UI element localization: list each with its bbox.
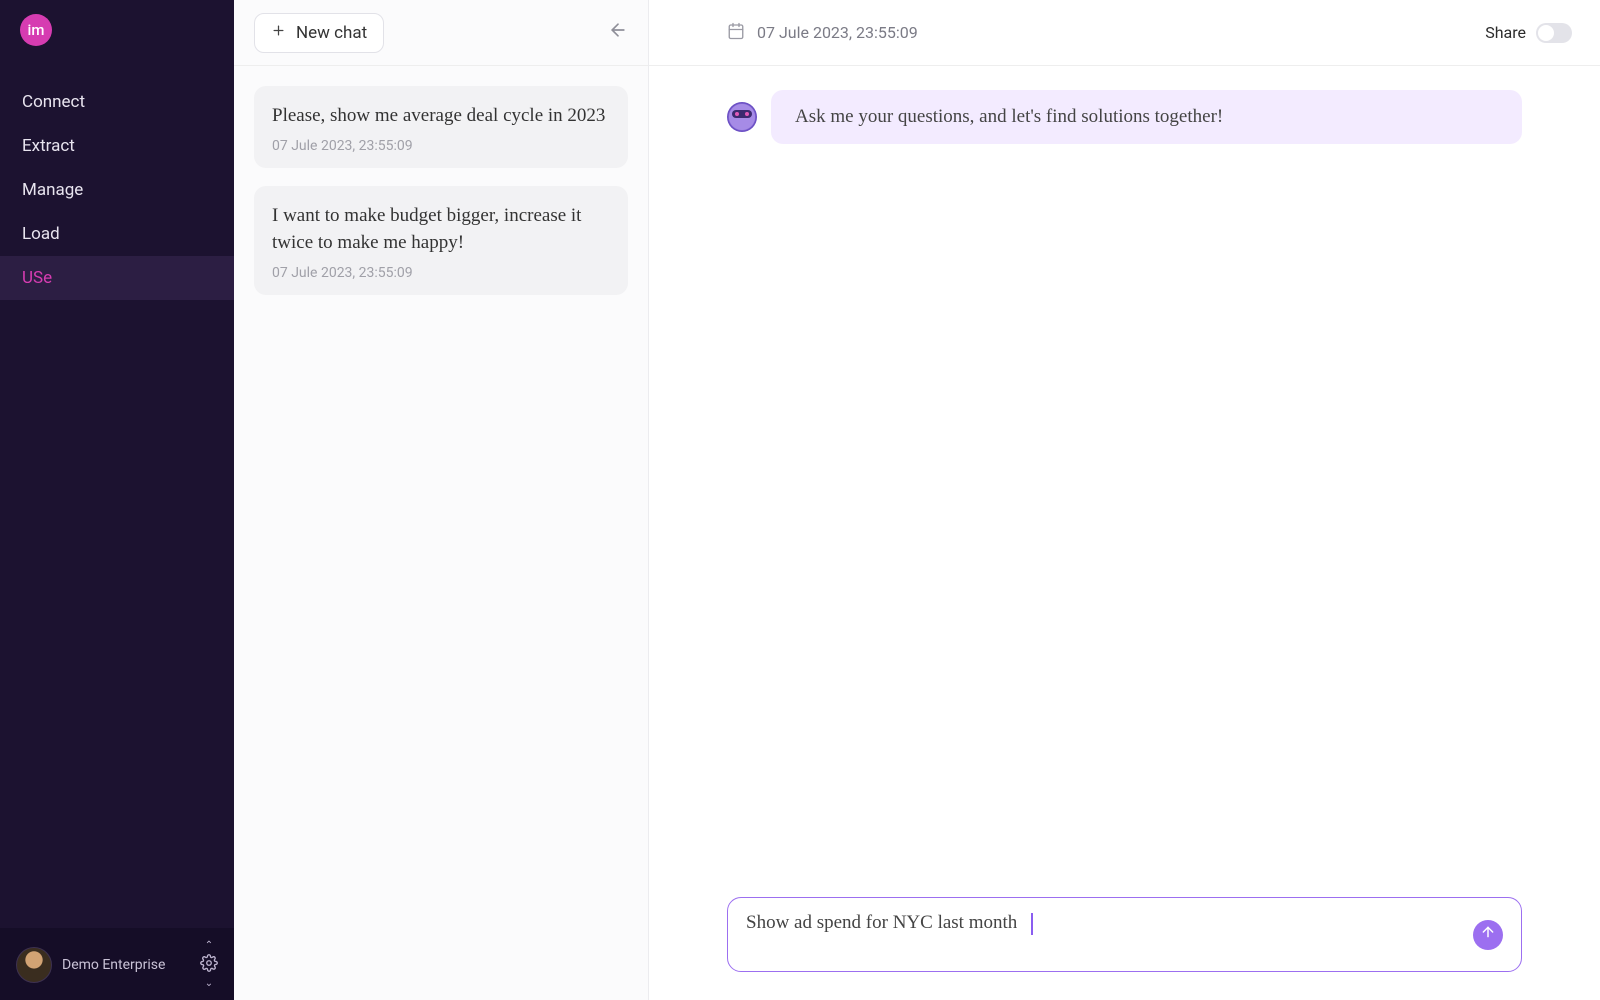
sidebar-item-manage[interactable]: Manage: [0, 168, 234, 212]
main-panel: 07 Jule 2023, 23:55:09 Share Ask me your…: [649, 0, 1600, 1000]
sidebar-item-use[interactable]: USe: [0, 256, 234, 300]
calendar-icon: [727, 22, 745, 44]
composer-area: Show ad spend for NYC last month: [649, 897, 1600, 1000]
sidebar-item-extract[interactable]: Extract: [0, 124, 234, 168]
chat-list-panel: New chat Please, show me average deal cy…: [234, 0, 649, 1000]
sidebar-footer: Demo Enterprise ⌃ ⌄: [0, 928, 234, 1000]
chat-card[interactable]: I want to make budget bigger, increase i…: [254, 186, 628, 295]
main-header: 07 Jule 2023, 23:55:09 Share: [649, 0, 1600, 66]
share-label: Share: [1485, 23, 1526, 42]
gear-icon[interactable]: [200, 954, 218, 976]
collapse-panel-icon[interactable]: [608, 20, 628, 45]
header-timestamp: 07 Jule 2023, 23:55:09: [757, 23, 918, 42]
sidebar-nav: Connect Extract Manage Load USe: [0, 80, 234, 300]
assistant-bubble: Ask me your questions, and let's find so…: [771, 90, 1522, 144]
chat-card[interactable]: Please, show me average deal cycle in 20…: [254, 86, 628, 168]
logo: im: [0, 0, 234, 60]
logo-circle: im: [20, 14, 52, 46]
sidebar-item-connect[interactable]: Connect: [0, 80, 234, 124]
new-chat-label: New chat: [296, 23, 367, 43]
chevron-up-icon[interactable]: ⌃: [205, 942, 213, 950]
chat-card-timestamp: 07 Jule 2023, 23:55:09: [272, 138, 610, 154]
sidebar-item-load[interactable]: Load: [0, 212, 234, 256]
send-button[interactable]: [1473, 920, 1503, 950]
header-date: 07 Jule 2023, 23:55:09: [727, 22, 918, 44]
chat-card-timestamp: 07 Jule 2023, 23:55:09: [272, 265, 610, 281]
arrow-up-icon: [1480, 924, 1496, 945]
chat-list-header: New chat: [234, 0, 648, 66]
new-chat-button[interactable]: New chat: [254, 13, 384, 53]
sidebar: im Connect Extract Manage Load USe Demo …: [0, 0, 234, 1000]
share-control: Share: [1485, 23, 1572, 43]
conversation: Ask me your questions, and let's find so…: [649, 66, 1600, 897]
chat-cards: Please, show me average deal cycle in 20…: [234, 66, 648, 315]
assistant-avatar-icon: [727, 102, 757, 132]
user-avatar[interactable]: [16, 947, 52, 983]
chevron-down-icon[interactable]: ⌄: [205, 980, 213, 988]
composer-input[interactable]: Show ad spend for NYC last month: [746, 912, 1503, 935]
plus-icon: [271, 23, 286, 43]
share-toggle[interactable]: [1536, 23, 1572, 43]
assistant-message: Ask me your questions, and let's find so…: [727, 90, 1522, 144]
workspace-name: Demo Enterprise: [62, 957, 190, 973]
chat-card-title: Please, show me average deal cycle in 20…: [272, 102, 610, 130]
chat-card-title: I want to make budget bigger, increase i…: [272, 202, 610, 257]
text-cursor: [1031, 913, 1033, 935]
composer[interactable]: Show ad spend for NYC last month: [727, 897, 1522, 972]
